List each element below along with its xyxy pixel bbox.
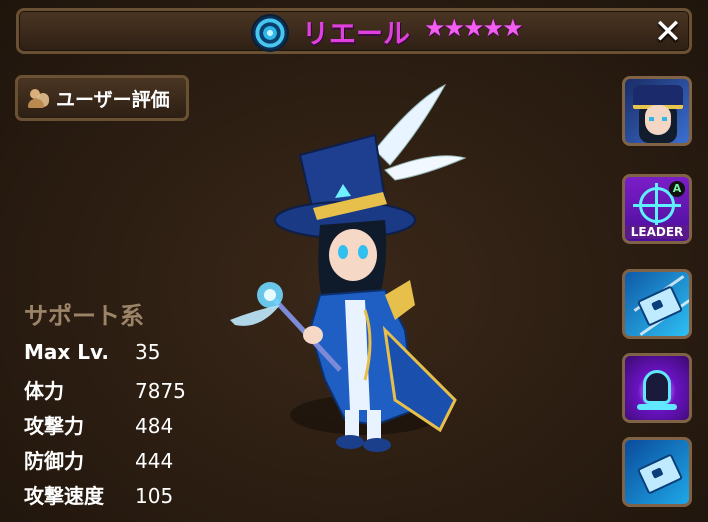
stat-label: 攻撃力	[24, 414, 84, 438]
users-icon	[28, 87, 50, 109]
stat-label: Max Lv.	[24, 340, 110, 364]
monster-portrait-button[interactable]	[622, 76, 692, 146]
stat-attack: 攻撃力 484	[24, 410, 173, 439]
stat-value: 484	[135, 414, 174, 438]
stat-label: 体力	[24, 379, 64, 403]
leader-skill-button[interactable]: A LEADER	[622, 174, 692, 244]
stat-speed: 攻撃速度 105	[24, 480, 173, 509]
stat-hp: 体力 7875	[24, 375, 186, 404]
leader-label: LEADER	[625, 225, 689, 239]
monster-name: リエール	[302, 19, 410, 50]
close-button[interactable]: ✕	[648, 14, 688, 50]
wind-element-icon	[251, 14, 289, 52]
skill-3-button[interactable]	[622, 437, 692, 507]
stat-label: 防御力	[24, 449, 84, 473]
stat-value: 105	[135, 484, 174, 508]
stat-value: 35	[135, 340, 161, 364]
user-rating-label: ユーザー評価	[56, 88, 170, 111]
stat-label: 攻撃速度	[24, 484, 104, 508]
bell-skill-icon	[643, 370, 671, 404]
skill-1-button[interactable]	[622, 269, 692, 339]
card-skill-icon	[636, 453, 684, 495]
leader-badge: A	[669, 181, 685, 197]
stat-max-level: Max Lv. 35	[24, 340, 160, 364]
monster-character-image	[230, 83, 467, 452]
stat-value: 444	[135, 449, 174, 473]
user-rating-button[interactable]: ユーザー評価	[15, 75, 189, 121]
monster-type: サポート系	[24, 302, 144, 330]
star-rating: ★★★★★	[424, 14, 524, 42]
stat-defense: 防御力 444	[24, 445, 173, 474]
card-strike-skill-icon	[636, 285, 684, 327]
skill-2-button[interactable]	[622, 353, 692, 423]
stat-value: 7875	[135, 379, 186, 403]
